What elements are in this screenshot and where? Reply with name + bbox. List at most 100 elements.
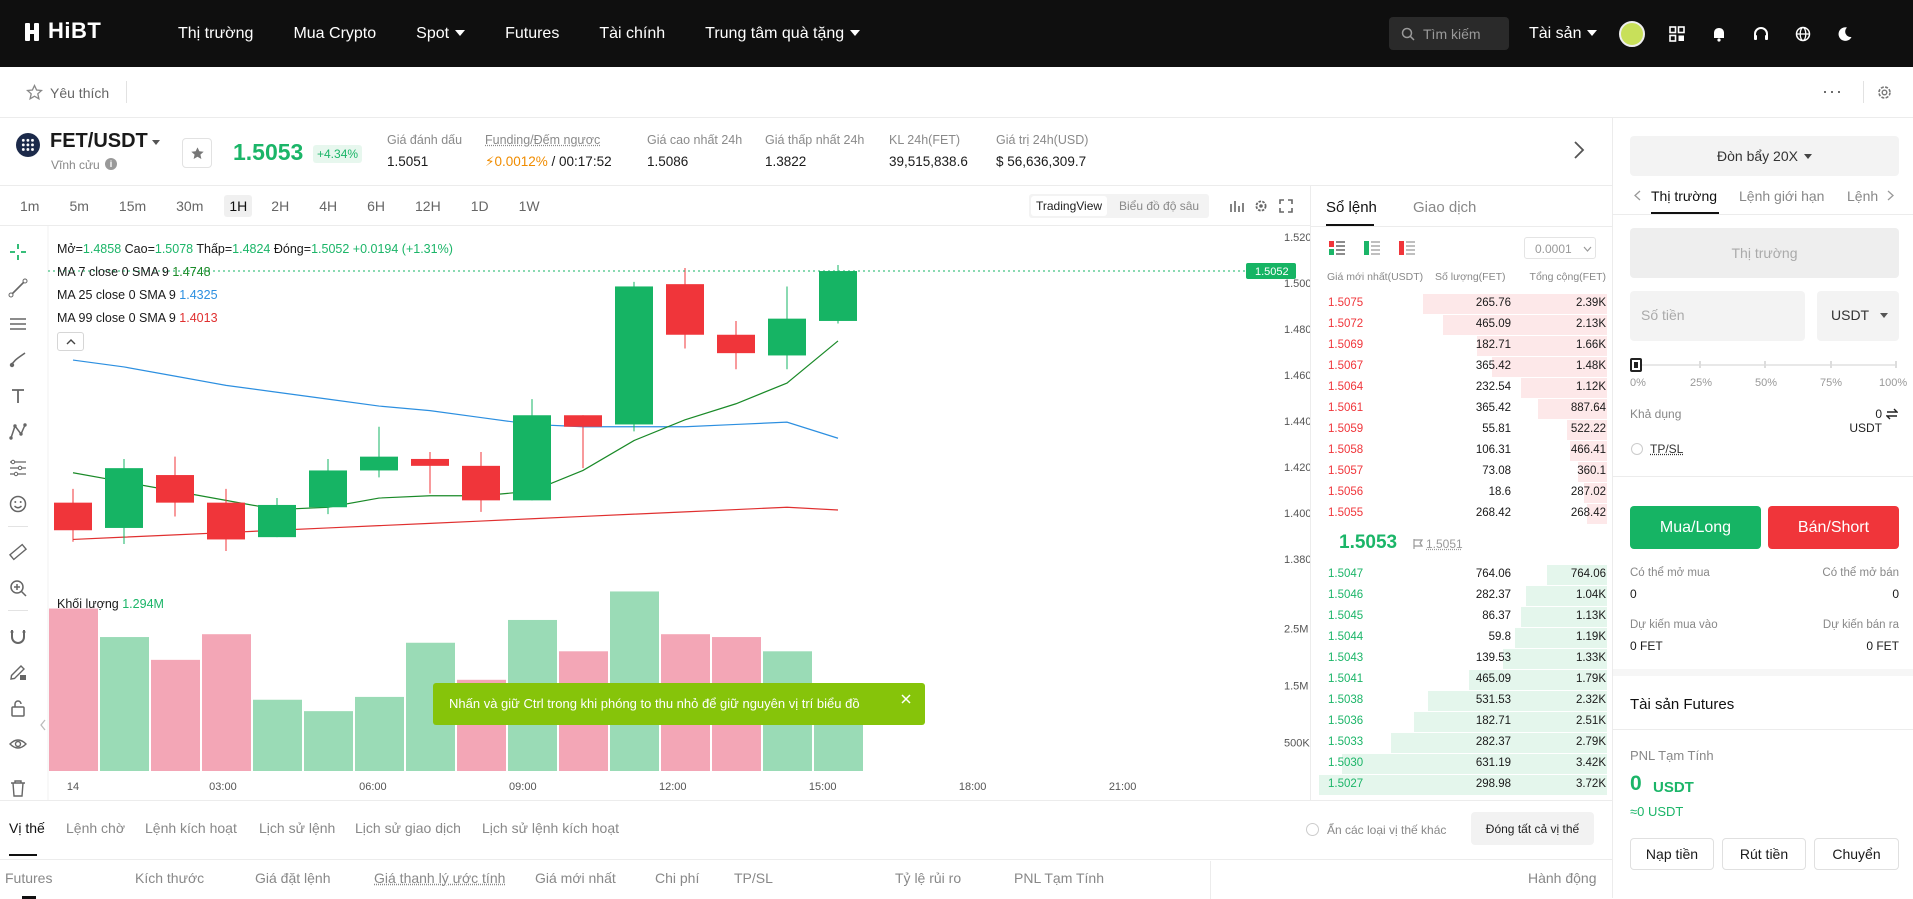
precision-select[interactable]: 0.0001 — [1524, 237, 1596, 259]
buy-long-button[interactable]: Mua/Long — [1630, 506, 1761, 549]
text-tool-icon[interactable] — [8, 386, 28, 406]
tab-positions[interactable]: Vị thế — [9, 820, 45, 836]
chevron-down-icon[interactable] — [152, 140, 160, 145]
tab-depth-chart[interactable]: Biểu đồ độ sâu — [1119, 199, 1199, 213]
hide-other-checkbox[interactable] — [1306, 823, 1319, 836]
timeframe-12h[interactable]: 12H — [410, 195, 446, 217]
horizontal-lines-icon[interactable] — [8, 314, 28, 334]
bid-row[interactable]: 1.5033 282.37 2.79K — [1311, 732, 1611, 753]
logo[interactable]: HiBT — [24, 18, 101, 44]
close-icon[interactable] — [901, 694, 911, 704]
book-bids-icon[interactable] — [1364, 241, 1380, 255]
timeframe-4h[interactable]: 4H — [314, 195, 342, 217]
transfer-arrows-icon[interactable] — [1886, 408, 1898, 420]
collapse-legend-button[interactable] — [57, 332, 84, 351]
chevron-right-icon[interactable] — [1573, 140, 1585, 160]
nav-spot[interactable]: Spot — [416, 25, 465, 43]
tab-trades[interactable]: Giao dịch — [1413, 199, 1476, 216]
emoji-icon[interactable] — [8, 494, 28, 514]
star-outline-icon[interactable] — [26, 84, 43, 101]
timeframe-1m[interactable]: 1m — [15, 195, 44, 217]
fullscreen-icon[interactable] — [1279, 199, 1293, 213]
bell-icon[interactable] — [1709, 24, 1729, 44]
headset-icon[interactable] — [1751, 24, 1771, 44]
zoom-in-icon[interactable] — [8, 578, 28, 598]
assets-menu[interactable]: Tài sản — [1529, 25, 1597, 43]
timeframe-1h[interactable]: 1H — [224, 195, 252, 217]
timeframe-2h[interactable]: 2H — [266, 195, 294, 217]
timeframe-15m[interactable]: 15m — [114, 195, 151, 217]
ask-row[interactable]: 1.5056 18.6 287.02 — [1311, 482, 1611, 503]
bid-row[interactable]: 1.5047 764.06 764.06 — [1311, 564, 1611, 585]
amount-slider-handle[interactable] — [1630, 358, 1642, 372]
ruler-icon[interactable] — [8, 542, 28, 562]
magnet-icon[interactable] — [8, 626, 28, 646]
gear-icon[interactable] — [1876, 84, 1893, 101]
pattern-icon[interactable] — [8, 422, 28, 442]
tab-limit-order[interactable]: Lệnh giới hạn — [1739, 188, 1824, 204]
trendline-icon[interactable] — [8, 278, 28, 298]
nav-finance[interactable]: Tài chính — [599, 25, 665, 43]
price-chart[interactable]: 1.5200 1.5000 1.4800 1.4600 1.4400 1.4200 1.40… — [0, 226, 1310, 800]
price-input-market[interactable]: Thị trường — [1630, 228, 1899, 278]
tpsl-checkbox[interactable] — [1631, 443, 1643, 455]
tab-order-history[interactable]: Lịch sử lệnh — [259, 820, 335, 836]
pencil-lock-icon[interactable] — [8, 662, 28, 682]
ask-row[interactable]: 1.5057 73.08 360.1 — [1311, 461, 1611, 482]
fib-levels-icon[interactable] — [8, 458, 28, 478]
tab-market-order[interactable]: Thị trường — [1651, 188, 1717, 204]
tab-tradingview[interactable]: TradingView — [1031, 196, 1107, 216]
ask-row[interactable]: 1.5055 268.42 268.42 — [1311, 503, 1611, 524]
info-icon[interactable]: i — [105, 158, 117, 170]
tab-trigger-history[interactable]: Lịch sử lệnh kích hoạt — [482, 820, 619, 836]
ask-row[interactable]: 1.5067 365.42 1.48K — [1311, 356, 1611, 377]
ask-row[interactable]: 1.5072 465.09 2.13K — [1311, 314, 1611, 335]
eye-icon[interactable] — [8, 734, 28, 754]
moon-icon[interactable] — [1835, 24, 1855, 44]
more-icon[interactable]: ··· — [1822, 81, 1843, 102]
ask-row[interactable]: 1.5059 55.81 522.22 — [1311, 419, 1611, 440]
leverage-button[interactable]: Đòn bẩy 20X — [1630, 136, 1899, 176]
currency-select[interactable]: USDT — [1817, 291, 1899, 341]
trash-icon[interactable] — [8, 778, 28, 798]
collapse-toolbar-icon[interactable] — [39, 719, 47, 731]
nav-futures[interactable]: Futures — [505, 25, 559, 43]
deposit-button[interactable]: Nạp tiền — [1630, 838, 1714, 870]
stat-label-funding[interactable]: Funding/Đếm ngược — [485, 133, 600, 147]
bid-row[interactable]: 1.5044 59.8 1.19K — [1311, 627, 1611, 648]
ask-row[interactable]: 1.5075 265.76 2.39K — [1311, 293, 1611, 314]
ask-row[interactable]: 1.5058 106.31 466.41 — [1311, 440, 1611, 461]
ask-row[interactable]: 1.5061 365.42 887.64 — [1311, 398, 1611, 419]
favorites-label[interactable]: Yêu thích — [50, 85, 109, 101]
nav-market[interactable]: Thị trường — [178, 25, 253, 43]
amount-input[interactable]: Số tiền — [1630, 291, 1805, 341]
avatar[interactable] — [1619, 21, 1645, 47]
crosshair-icon[interactable] — [8, 242, 28, 262]
indicator-icon[interactable] — [1230, 199, 1244, 213]
tab-open-orders[interactable]: Lệnh chờ — [66, 820, 125, 836]
bid-row[interactable]: 1.5030 631.19 3.42K — [1311, 753, 1611, 774]
bid-row[interactable]: 1.5043 139.53 1.33K — [1311, 648, 1611, 669]
bid-row[interactable]: 1.5041 465.09 1.79K — [1311, 669, 1611, 690]
sell-short-button[interactable]: Bán/Short — [1768, 506, 1899, 549]
tab-trigger-order[interactable]: Lệnh — [1847, 188, 1878, 204]
nav-buy-crypto[interactable]: Mua Crypto — [293, 25, 376, 43]
timeframe-5m[interactable]: 5m — [64, 195, 93, 217]
book-asks-icon[interactable] — [1399, 241, 1415, 255]
withdraw-button[interactable]: Rút tiền — [1722, 838, 1806, 870]
tab-trade-history[interactable]: Lịch sử giao dịch — [355, 820, 461, 836]
tab-order-book[interactable]: Sổ lệnh — [1326, 199, 1377, 216]
book-both-icon[interactable] — [1329, 241, 1345, 255]
ask-row[interactable]: 1.5064 232.54 1.12K — [1311, 377, 1611, 398]
timeframe-1w[interactable]: 1W — [514, 195, 545, 217]
timeframe-1d[interactable]: 1D — [466, 195, 494, 217]
chevron-right-icon[interactable] — [1887, 190, 1894, 201]
chart-settings-icon[interactable] — [1254, 199, 1268, 213]
favorite-star-button[interactable] — [182, 138, 212, 168]
col-liq-price[interactable]: Giá thanh lý ước tính — [374, 870, 505, 886]
ask-row[interactable]: 1.5069 182.71 1.66K — [1311, 335, 1611, 356]
nav-rewards-center[interactable]: Trung tâm quà tặng — [705, 25, 860, 43]
pair-symbol[interactable]: FET/USDT — [50, 130, 148, 153]
search-input[interactable]: Tìm kiếm — [1389, 17, 1509, 50]
close-all-positions-button[interactable]: Đóng tất cả vị thế — [1471, 812, 1594, 845]
